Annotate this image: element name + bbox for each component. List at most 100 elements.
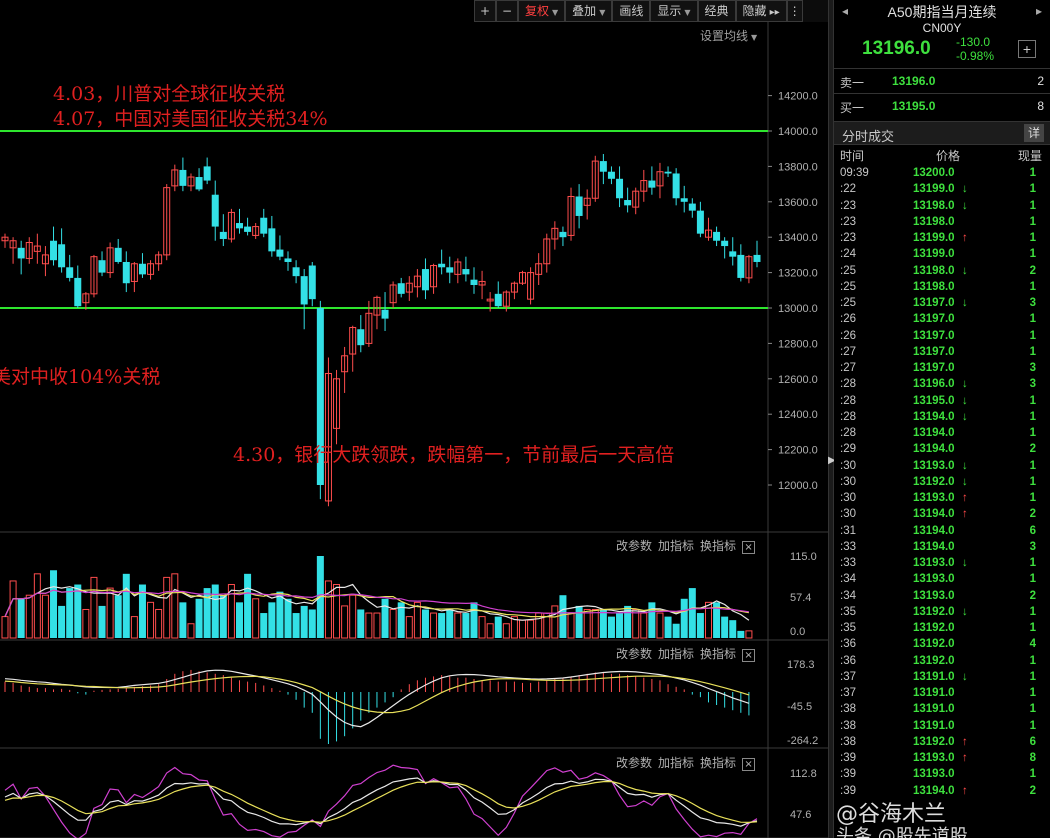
kdj-k-line <box>4 777 758 827</box>
add-watchlist-button[interactable]: + <box>1018 40 1036 58</box>
axis-tick-label: 13400.0 <box>778 232 818 244</box>
tick-price: 13191.0 <box>913 703 955 716</box>
close-icon[interactable]: × <box>742 649 756 662</box>
tick-volume: 3 <box>1029 297 1036 309</box>
tick-time: :28 <box>840 394 856 407</box>
change-params-button[interactable]: 改参数 <box>616 647 652 661</box>
tick-volume: 1 <box>1029 622 1036 634</box>
volume-bar <box>567 612 575 639</box>
close-icon[interactable]: × <box>742 758 756 771</box>
axis-tick-label: 12400.0 <box>778 409 818 421</box>
tick-time: :26 <box>840 329 856 342</box>
ticks-column-header: 时间 价格 现量 <box>834 147 1050 163</box>
volume-bar <box>211 584 219 638</box>
tick-row: :38 13191.0 1 <box>834 701 1050 717</box>
volume-bar <box>430 612 438 639</box>
volume-bar <box>729 620 737 638</box>
kdj-series: 112.8 47.6 <box>4 764 817 838</box>
tick-volume: 1 <box>1029 280 1036 293</box>
tick-price: 13193.0 <box>913 557 955 569</box>
volume-bar <box>591 608 599 639</box>
kdj-axis-label: 47.6 <box>790 809 811 821</box>
tick-price: 13194.0 <box>913 410 955 423</box>
tick-volume: 1 <box>1029 687 1036 699</box>
change-params-button[interactable]: 改参数 <box>616 756 652 770</box>
tick-volume: 1 <box>1029 573 1036 586</box>
tick-price: 13198.0 <box>913 280 955 293</box>
tick-volume: 1 <box>1029 475 1036 488</box>
tick-volume: 8 <box>1029 752 1036 764</box>
tick-row: :30 13193.0 ↓ 1 <box>834 458 1050 474</box>
volume-bar <box>349 594 357 639</box>
tick-price: 13194.0 <box>913 540 955 553</box>
tick-price: 13192.0 <box>913 638 955 651</box>
volume-bar <box>235 602 243 638</box>
tick-price: 13193.0 <box>913 492 955 504</box>
candle-body <box>74 277 82 307</box>
tick-row: :35 13192.0 1 <box>834 620 1050 636</box>
volume-bar <box>745 630 753 639</box>
tick-price: 13197.0 <box>913 362 955 374</box>
candle-body <box>235 223 243 229</box>
volume-bar <box>66 588 74 638</box>
volume-bar <box>292 613 300 638</box>
volume-bar <box>284 598 292 638</box>
close-icon[interactable]: × <box>742 541 756 554</box>
volume-bar <box>308 609 316 638</box>
next-instrument-icon[interactable]: ▸ <box>1036 4 1042 18</box>
add-indicator-button[interactable]: 加指标 <box>658 539 694 553</box>
candle-body <box>559 231 567 238</box>
switch-indicator-button[interactable]: 换指标 <box>700 539 736 553</box>
candle-body <box>664 171 672 174</box>
volume-bar <box>147 601 155 639</box>
tick-price: 13193.0 <box>913 459 955 472</box>
tick-row: :39 13193.0 ↑ 8 <box>834 750 1050 766</box>
volume-bar <box>680 598 688 638</box>
divider <box>834 68 1050 69</box>
annotation-china-tariff: 4.07，中国对美国征收关税34% <box>53 108 328 130</box>
volume-bar <box>74 584 82 638</box>
arrow-down-icon: ↓ <box>962 199 968 212</box>
tick-time: 09:39 <box>840 167 869 179</box>
tick-volume: 1 <box>1029 232 1036 244</box>
volume-bar <box>106 587 114 639</box>
tick-row: :29 13194.0 2 <box>834 441 1050 457</box>
arrow-up-icon: ↑ <box>962 752 968 764</box>
volume-bar <box>163 576 171 639</box>
tick-time: :33 <box>840 540 856 553</box>
tick-time: :38 <box>840 703 856 716</box>
tick-time: :30 <box>840 459 856 472</box>
add-indicator-button[interactable]: 加指标 <box>658 756 694 770</box>
add-indicator-button[interactable]: 加指标 <box>658 647 694 661</box>
tick-volume: 1 <box>1029 410 1036 423</box>
tick-row: :23 13198.0 ↓ 1 <box>834 198 1050 214</box>
instrument-code: CN00Y <box>922 21 962 35</box>
axis-tick-label: 13200.0 <box>778 268 818 280</box>
volume-bar <box>58 605 66 638</box>
tick-volume: 1 <box>1029 313 1036 326</box>
tick-time: :23 <box>840 199 856 212</box>
volume-bar <box>268 602 276 638</box>
tick-volume: 1 <box>1029 199 1036 212</box>
arrow-down-icon: ↓ <box>962 410 968 423</box>
axis-tick-label: 12600.0 <box>778 374 818 386</box>
volume-bar <box>405 616 413 639</box>
detail-button[interactable]: 详 <box>1024 124 1044 142</box>
change-params-button[interactable]: 改参数 <box>616 539 652 553</box>
tick-time: :36 <box>840 638 856 651</box>
tick-row: :23 13199.0 ↑ 1 <box>834 230 1050 246</box>
tick-volume: 1 <box>1029 394 1036 407</box>
volume-bar <box>486 623 494 639</box>
switch-indicator-button[interactable]: 换指标 <box>700 756 736 770</box>
candle-body <box>284 258 292 262</box>
candle-body <box>462 269 470 275</box>
candle-body <box>381 309 389 319</box>
arrow-down-icon: ↓ <box>962 459 968 472</box>
switch-indicator-button[interactable]: 换指标 <box>700 647 736 661</box>
candle-body <box>648 180 656 188</box>
candle-body <box>575 196 583 216</box>
tick-row: :25 13198.0 1 <box>834 279 1050 295</box>
tick-volume: 1 <box>1029 183 1036 196</box>
bid-volume: 8 <box>1037 99 1044 113</box>
tick-price: 13197.0 <box>913 329 955 342</box>
